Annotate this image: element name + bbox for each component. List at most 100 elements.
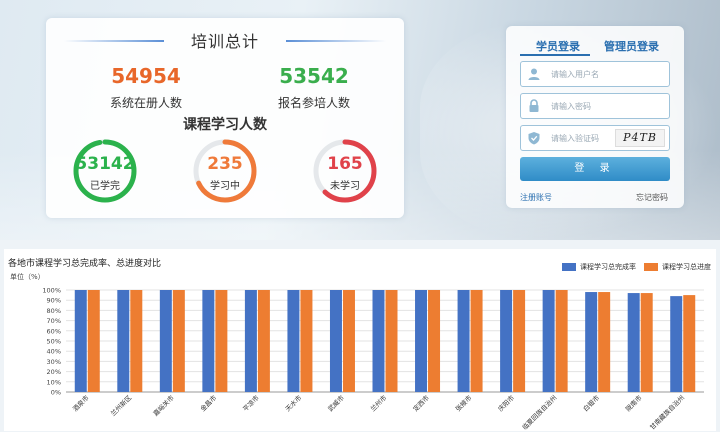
login-button[interactable]: 登 录 xyxy=(520,157,670,181)
y-tick-label: 70% xyxy=(47,317,61,325)
completion-bar-chart: 0% 10% 20% 30% 40% 50% 60% 70% 80% 90% 100% 酒泉市 兰州新区… xyxy=(42,287,704,431)
bar-completion xyxy=(117,290,130,392)
bar-completion xyxy=(329,290,342,392)
bar-completion xyxy=(500,290,513,392)
bar-completion xyxy=(372,290,385,392)
register-link[interactable]: 注册账号 xyxy=(520,192,552,203)
tab-student-login[interactable]: 学员登录 xyxy=(536,38,580,54)
bar-completion xyxy=(542,290,555,392)
tab-admin-login[interactable]: 管理员登录 xyxy=(604,38,659,54)
chart-unit-label: 单位（%） xyxy=(10,273,45,281)
y-tick-label: 10% xyxy=(47,378,61,386)
ring-completed-label: 已学完 xyxy=(90,181,120,192)
x-tick-label: 白银市 xyxy=(581,393,602,414)
username-field[interactable]: 请输入用户名 xyxy=(520,61,670,87)
y-tick-label: 80% xyxy=(47,307,61,315)
bar-progress xyxy=(428,290,441,392)
chart-title: 各地市课程学习总完成率、总进度对比 xyxy=(8,259,162,269)
bar-completion xyxy=(244,290,257,392)
x-tick-label: 兰州新区 xyxy=(108,393,133,418)
x-tick-label: 天水市 xyxy=(283,393,304,414)
bar-progress xyxy=(172,290,185,392)
ring-in-progress: 235 学习中 xyxy=(192,138,258,204)
bar-progress xyxy=(87,290,100,392)
ring-in-progress-value: 235 xyxy=(207,154,243,174)
enrolled-label: 报名参培人数 xyxy=(277,96,350,110)
x-tick-label: 定西市 xyxy=(411,393,432,414)
y-tick-label: 30% xyxy=(47,358,61,366)
legend-swatch-progress xyxy=(644,263,658,271)
ring-not-started-value: 165 xyxy=(327,154,363,174)
x-tick-label: 庆阳市 xyxy=(496,393,517,414)
captcha-field[interactable]: 请输入验证码 P4TB xyxy=(520,125,670,151)
training-stats-panel: 培训总计 54954 系统在册人数 53542 报名参培人数 课程学习人数 53… xyxy=(46,18,404,218)
hero-background: 培训总计 54954 系统在册人数 53542 报名参培人数 课程学习人数 53… xyxy=(0,0,720,240)
ring-completed-value: 53142 xyxy=(75,154,135,174)
legend-label-completion: 课程学习总完成率 xyxy=(580,263,636,271)
password-field[interactable]: 请输入密码 xyxy=(520,93,670,119)
bar-completion xyxy=(159,290,172,392)
x-tick-label: 嘉峪关市 xyxy=(151,393,176,418)
bar-completion xyxy=(670,296,683,392)
stats-title: 培训总计 xyxy=(190,32,259,51)
y-tick-label: 20% xyxy=(47,368,61,376)
bar-progress xyxy=(555,290,568,392)
y-tick-label: 100% xyxy=(42,287,61,295)
bar-progress xyxy=(683,295,696,392)
bar-completion xyxy=(415,290,428,392)
completion-chart-card: 0% 10% 20% 30% 40% 50% 60% 70% 80% 90% 100% 酒泉市 兰州新区… xyxy=(4,249,716,431)
bar-completion xyxy=(202,290,215,392)
y-tick-label: 60% xyxy=(47,327,61,335)
x-tick-label: 兰州市 xyxy=(368,393,389,414)
bar-completion xyxy=(457,290,470,392)
legend-item-progress: 课程学习总进度 xyxy=(644,262,711,272)
ring-not-started: 165 未学习 xyxy=(312,138,378,204)
forgot-password-link[interactable]: 忘记密码 xyxy=(636,192,668,203)
enrolled-count: 53542 xyxy=(279,64,349,88)
course-learning-title: 课程学习人数 xyxy=(183,117,267,133)
login-panel: 学员登录 管理员登录 请输入用户名 请输入密码 请输入验证码 P4TB 登 录 … xyxy=(506,26,684,208)
x-tick-label: 临夏回族自治州 xyxy=(520,393,559,431)
captcha-placeholder: 请输入验证码 xyxy=(551,134,599,143)
x-tick-label: 平凉市 xyxy=(241,393,262,414)
bar-progress xyxy=(598,292,611,392)
x-tick-label: 武威市 xyxy=(326,393,347,414)
bar-progress xyxy=(215,290,228,392)
user-icon xyxy=(528,68,540,80)
bar-progress xyxy=(130,290,143,392)
bar-completion xyxy=(287,290,300,392)
bar-progress xyxy=(300,290,313,392)
x-tick-label: 酒泉市 xyxy=(71,393,92,414)
y-tick-label: 90% xyxy=(47,297,61,305)
username-placeholder: 请输入用户名 xyxy=(551,70,599,79)
x-tick-label: 甘南藏族自治州 xyxy=(648,393,687,431)
active-tab-indicator xyxy=(520,54,590,56)
registered-label: 系统在册人数 xyxy=(109,96,182,110)
y-tick-label: 50% xyxy=(47,338,61,346)
ring-in-progress-label: 学习中 xyxy=(210,181,240,192)
captcha-image[interactable]: P4TB xyxy=(615,129,665,147)
bar-progress xyxy=(257,290,270,392)
ring-not-started-label: 未学习 xyxy=(330,181,360,192)
y-tick-label: 0% xyxy=(51,389,61,397)
shield-check-icon xyxy=(528,132,540,145)
bar-progress xyxy=(640,293,653,392)
registered-count: 54954 xyxy=(111,64,181,88)
bar-progress xyxy=(513,290,526,392)
x-tick-label: 张掖市 xyxy=(453,393,474,414)
legend-item-completion: 课程学习总完成率 xyxy=(562,262,636,272)
bar-progress xyxy=(470,290,483,392)
x-tick-label: 金昌市 xyxy=(198,393,219,414)
y-tick-label: 40% xyxy=(47,348,61,356)
legend-swatch-completion xyxy=(562,263,576,271)
bar-progress xyxy=(342,290,355,392)
bar-completion xyxy=(74,290,87,392)
password-placeholder: 请输入密码 xyxy=(551,102,591,111)
legend-label-progress: 课程学习总进度 xyxy=(662,263,711,271)
bar-progress xyxy=(385,290,398,392)
bar-completion xyxy=(585,292,598,392)
bar-completion xyxy=(627,293,640,392)
x-tick-label: 陇南市 xyxy=(623,393,644,414)
ring-completed: 53142 已学完 xyxy=(72,138,138,204)
lock-icon xyxy=(529,99,539,112)
